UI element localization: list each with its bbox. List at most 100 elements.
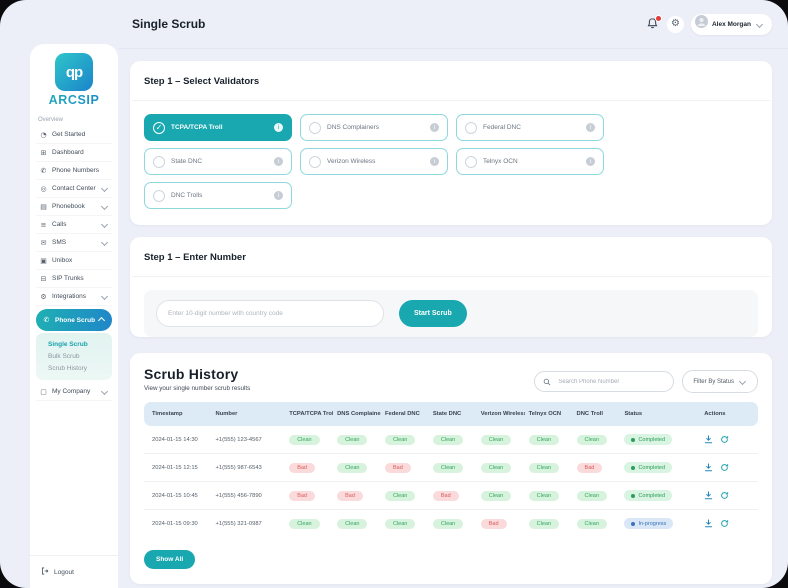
result-badge: Clean xyxy=(433,435,463,445)
sidebar-item-unibox[interactable]: ▣Unibox xyxy=(36,252,112,270)
table-row: 2024-01-15 12:15+1(555) 987-6543BadClean… xyxy=(144,454,758,482)
start-scrub-button[interactable]: Start Scrub xyxy=(399,300,467,327)
status-badge: Completed xyxy=(624,434,672,445)
sidebar-item-label: Contact Center xyxy=(52,185,96,192)
logout-icon xyxy=(41,567,49,577)
chevron-down-icon xyxy=(101,221,108,228)
result-badge: Clean xyxy=(433,463,463,473)
cell-result: Clean xyxy=(525,482,573,510)
sidebar-item-phonebook[interactable]: ▤Phonebook xyxy=(36,198,112,216)
cell-actions xyxy=(700,454,758,482)
chevron-down-icon xyxy=(101,239,108,246)
validator-chip-federal-dnc[interactable]: Federal DNC xyxy=(456,114,604,141)
info-icon[interactable] xyxy=(586,157,595,166)
download-icon[interactable] xyxy=(704,435,713,444)
submenu-item-single-scrub[interactable]: Single Scrub xyxy=(48,338,108,350)
refresh-icon[interactable] xyxy=(720,519,729,528)
cell-result: Clean xyxy=(573,426,621,454)
cell-status: In-progress xyxy=(620,510,700,537)
chevron-down-icon xyxy=(101,185,108,192)
validator-chip-verizon-wireless[interactable]: Verizon Wireless xyxy=(300,148,448,175)
info-icon[interactable] xyxy=(274,123,283,132)
sliders-icon: ≡ xyxy=(39,221,48,229)
scrub-history-title: Scrub History xyxy=(144,366,250,382)
validator-chip-tcpa-tcpa-troll[interactable]: TCPA/TCPA Troll xyxy=(144,114,292,141)
cell-result: Clean xyxy=(525,426,573,454)
phone-number-input[interactable] xyxy=(156,300,384,327)
show-all-button[interactable]: Show All xyxy=(144,550,195,569)
main-area: Single Scrub ⚙ Alex Morgan xyxy=(118,0,788,588)
sidebar-item-phone-scrub[interactable]: ✆Phone Scrub xyxy=(36,309,112,331)
result-badge: Bad xyxy=(481,519,507,529)
column-header-dnc-troll: DNC Troll xyxy=(573,402,621,426)
column-header-telnyx-ocn: Telnyx OCN xyxy=(525,402,573,426)
cell-result: Clean xyxy=(429,510,477,537)
status-dot-icon xyxy=(631,522,635,526)
download-icon[interactable] xyxy=(704,463,713,472)
column-header-actions: Actions xyxy=(700,402,758,426)
cell-status: Completed xyxy=(620,454,700,482)
sidebar-item-get-started[interactable]: ◔Get Started xyxy=(36,126,112,144)
notifications-button[interactable] xyxy=(646,17,660,31)
search-phone-input[interactable] xyxy=(556,378,665,386)
result-badge: Clean xyxy=(337,435,367,445)
sidebar-item-calls[interactable]: ≡Calls xyxy=(36,216,112,234)
sidebar-item-dashboard[interactable]: ⊞Dashboard xyxy=(36,144,112,162)
scrub-history-table: TimestampNumberTCPA/TCPA TrollDNS Compla… xyxy=(144,402,758,537)
info-icon[interactable] xyxy=(430,157,439,166)
validator-chips: TCPA/TCPA Troll DNS Complainers Federal DN… xyxy=(130,101,772,225)
info-icon[interactable] xyxy=(274,157,283,166)
sidebar-item-label: SIP Trunks xyxy=(52,275,84,282)
sidebar-item-sip-trunks[interactable]: ⊟SIP Trunks xyxy=(36,270,112,288)
cell-status: Completed xyxy=(620,426,700,454)
settings-button[interactable]: ⚙ xyxy=(667,16,684,33)
result-badge: Clean xyxy=(337,463,367,473)
download-icon[interactable] xyxy=(704,519,713,528)
status-badge: Completed xyxy=(624,490,672,501)
result-badge: Clean xyxy=(289,519,319,529)
search-icon xyxy=(543,373,551,391)
cell-result: Clean xyxy=(477,426,525,454)
user-menu[interactable]: Alex Morgan xyxy=(691,14,772,35)
result-badge: Bad xyxy=(337,491,363,501)
chevron-down-icon xyxy=(101,203,108,210)
download-icon[interactable] xyxy=(704,491,713,500)
submenu-item-scrub-history[interactable]: Scrub History xyxy=(48,362,108,374)
search-phone-input-wrap xyxy=(534,371,674,392)
validator-chip-label: DNC Trolls xyxy=(171,192,202,199)
scrub-history-table-wrap: TimestampNumberTCPA/TCPA TrollDNS Compla… xyxy=(144,402,758,537)
cell-actions xyxy=(700,482,758,510)
validator-chip-dns-complainers[interactable]: DNS Complainers xyxy=(300,114,448,141)
validator-chip-telnyx-ocn[interactable]: Telnyx OCN xyxy=(456,148,604,175)
cell-result: Clean xyxy=(333,426,381,454)
result-badge: Clean xyxy=(481,463,511,473)
enter-number-panel: Start Scrub xyxy=(144,290,758,337)
info-icon[interactable] xyxy=(430,123,439,132)
refresh-icon[interactable] xyxy=(720,463,729,472)
sidebar-item-phone-numbers[interactable]: ✆Phone Numbers xyxy=(36,162,112,180)
info-icon[interactable] xyxy=(274,191,283,200)
sidebar-item-label: My Company xyxy=(52,388,90,395)
sidebar-item-label: Dashboard xyxy=(52,149,84,156)
radio-icon xyxy=(465,122,477,134)
result-badge: Clean xyxy=(529,519,559,529)
validator-chip-dnc-trolls[interactable]: DNC Trolls xyxy=(144,182,292,209)
logout-button[interactable]: Logout xyxy=(30,555,118,588)
filter-by-status-dropdown[interactable]: Filter By Status xyxy=(682,370,758,393)
validators-card: Step 1 – Select Validators TCPA/TCPA Tro… xyxy=(130,61,772,225)
scrub-history-header: Scrub History View your single number sc… xyxy=(130,353,772,402)
refresh-icon[interactable] xyxy=(720,491,729,500)
validator-chip-state-dnc[interactable]: State DNC xyxy=(144,148,292,175)
sidebar-item-label: Phone Numbers xyxy=(52,167,99,174)
cell-result: Clean xyxy=(429,426,477,454)
sidebar-item-integrations[interactable]: ⚙Integrations xyxy=(36,288,112,306)
sidebar-item-sms[interactable]: ✉SMS xyxy=(36,234,112,252)
radio-icon xyxy=(309,122,321,134)
submenu-item-bulk-scrub[interactable]: Bulk Scrub xyxy=(48,350,108,362)
sidebar-item-my-company[interactable]: ▢My Company xyxy=(36,383,112,401)
result-badge: Clean xyxy=(385,435,415,445)
refresh-icon[interactable] xyxy=(720,435,729,444)
info-icon[interactable] xyxy=(586,123,595,132)
sidebar-item-contact-center[interactable]: ◎Contact Center xyxy=(36,180,112,198)
brand-logo: qp ARCSIP xyxy=(30,44,118,107)
